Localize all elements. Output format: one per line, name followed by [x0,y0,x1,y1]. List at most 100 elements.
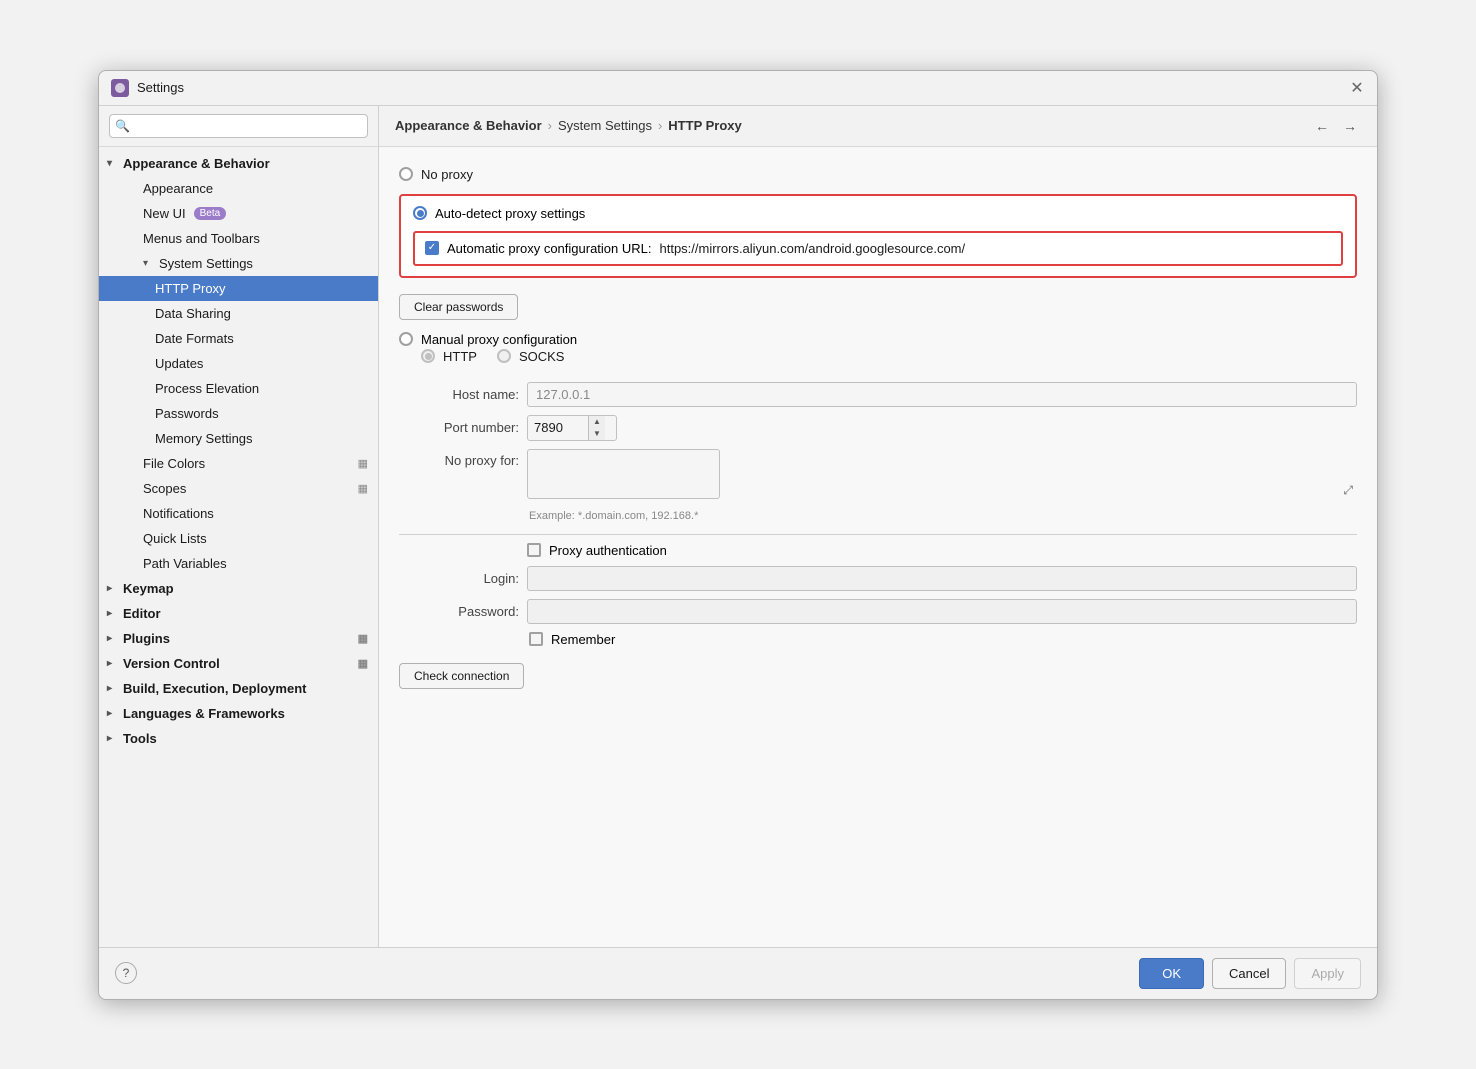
sidebar-group-editor[interactable]: ▸ Editor [99,601,378,626]
sidebar-item-quick-lists[interactable]: Quick Lists [99,526,378,551]
sidebar-item-label: Date Formats [155,331,234,346]
sidebar-item-label: New UI [143,206,186,221]
expand-icon[interactable]: ⤢ [1343,483,1353,498]
port-spinners: ▲ ▼ [588,416,605,440]
sidebar-item-menus-toolbars[interactable]: Menus and Toolbars [99,226,378,251]
password-input[interactable] [527,599,1357,624]
socks-radio[interactable] [497,349,511,363]
nav-back-button[interactable]: ← [1311,116,1333,136]
nav-forward-button[interactable]: → [1339,116,1361,136]
sidebar-item-notifications[interactable]: Notifications [99,501,378,526]
chevron-right-icon: ▸ [107,683,119,694]
auto-detect-inner: Automatic proxy configuration URL: [413,231,1343,266]
chevron-down-icon: ▾ [143,258,155,269]
sidebar-item-label: HTTP Proxy [155,281,226,296]
proxy-url-input[interactable] [659,241,1331,256]
sidebar-item-process-elevation[interactable]: Process Elevation [99,376,378,401]
sidebar-item-http-proxy[interactable]: HTTP Proxy [99,276,378,301]
sidebar-item-data-sharing[interactable]: Data Sharing [99,301,378,326]
login-input[interactable] [527,566,1357,591]
sidebar-item-updates[interactable]: Updates [99,351,378,376]
chevron-right-icon: ▸ [107,733,119,744]
sidebar-item-file-colors[interactable]: File Colors ▦ [99,451,378,476]
sidebar-item-path-variables[interactable]: Path Variables [99,551,378,576]
example-text: Example: *.domain.com, 192.168.* [529,510,1357,522]
sidebar-item-label: Updates [155,356,203,371]
sidebar: 🔍 ▾ Appearance & Behavior Appearance New… [99,106,379,947]
port-decrement-button[interactable]: ▼ [589,428,605,440]
sidebar-item-passwords[interactable]: Passwords [99,401,378,426]
remember-checkbox[interactable] [529,632,543,646]
sidebar-group-tools[interactable]: ▸ Tools [99,726,378,751]
auto-config-checkbox[interactable] [425,241,439,255]
sidebar-item-system-settings[interactable]: ▾ System Settings [99,251,378,276]
settings-dialog: Settings ✕ 🔍 ▾ Appearance & Behavior App… [98,70,1378,1000]
sidebar-item-label: Path Variables [143,556,227,571]
port-increment-button[interactable]: ▲ [589,416,605,428]
cancel-button[interactable]: Cancel [1212,958,1286,989]
auto-detect-radio[interactable] [413,206,427,220]
no-proxy-text: No proxy [421,167,473,182]
search-input[interactable] [109,114,368,138]
sidebar-group-build[interactable]: ▸ Build, Execution, Deployment [99,676,378,701]
http-label: HTTP [443,349,477,364]
no-proxy-radio[interactable] [399,167,413,181]
clear-passwords-button[interactable]: Clear passwords [399,294,518,320]
sidebar-item-label: Appearance [143,181,213,196]
password-label: Password: [399,604,519,619]
proxy-auth-row: Proxy authentication [399,543,1357,558]
plugins-icon: ▦ [358,632,368,645]
port-row: Port number: ▲ ▼ [399,415,1357,441]
no-proxy-textarea[interactable] [527,449,720,499]
close-button[interactable]: ✕ [1349,80,1365,96]
http-radio[interactable] [421,349,435,363]
no-proxy-label[interactable]: No proxy [399,167,1357,182]
breadcrumb-part3: HTTP Proxy [668,118,741,133]
no-proxy-for-label: No proxy for: [399,453,519,468]
chevron-right-icon: ▸ [107,658,119,669]
sidebar-group-label: Editor [123,606,161,621]
auto-detect-section: Auto-detect proxy settings Automatic pro… [399,194,1357,278]
check-connection-button[interactable]: Check connection [399,663,524,689]
sidebar-item-date-formats[interactable]: Date Formats [99,326,378,351]
socks-option[interactable]: SOCKS [497,349,565,364]
sidebar-group-plugins[interactable]: ▸ Plugins ▦ [99,626,378,651]
sidebar-group-languages[interactable]: ▸ Languages & Frameworks [99,701,378,726]
sidebar-item-label: Menus and Toolbars [143,231,260,246]
proxy-auth-checkbox[interactable] [527,543,541,557]
manual-proxy-radio[interactable] [399,332,413,346]
sidebar-group-label: Languages & Frameworks [123,706,285,721]
sidebar-item-label: File Colors [143,456,205,471]
no-proxy-group: No proxy [399,167,1357,182]
socks-label: SOCKS [519,349,565,364]
sidebar-group-version-control[interactable]: ▸ Version Control ▦ [99,651,378,676]
manual-label: Manual proxy configuration [421,332,577,347]
port-input[interactable] [528,416,588,439]
title-bar: Settings ✕ [99,71,1377,106]
auto-config-label: Automatic proxy configuration URL: [447,241,651,256]
sidebar-item-label: Process Elevation [155,381,259,396]
breadcrumb: Appearance & Behavior › System Settings … [379,106,1377,147]
chevron-right-icon: ▸ [107,708,119,719]
breadcrumb-sep1: › [548,118,552,133]
manual-row: Manual proxy configuration [399,332,1357,347]
sidebar-group-keymap[interactable]: ▸ Keymap [99,576,378,601]
scopes-icon: ▦ [358,482,368,495]
sidebar-item-label: System Settings [159,256,253,271]
http-radio-dot [425,353,432,360]
host-input[interactable] [527,382,1357,407]
apply-button[interactable]: Apply [1294,958,1361,989]
proxy-auth-section: Proxy authentication Login: Password: [399,543,1357,647]
breadcrumb-sep2: › [658,118,662,133]
manual-section: Manual proxy configuration HTTP SOCKS [399,332,1357,647]
sidebar-item-scopes[interactable]: Scopes ▦ [99,476,378,501]
sidebar-item-memory-settings[interactable]: Memory Settings [99,426,378,451]
sidebar-item-appearance[interactable]: Appearance [99,176,378,201]
http-option[interactable]: HTTP [421,349,477,364]
chevron-right-icon: ▸ [107,608,119,619]
sidebar-item-new-ui[interactable]: New UI Beta [99,201,378,226]
ok-button[interactable]: OK [1139,958,1204,989]
auto-detect-label: Auto-detect proxy settings [435,206,585,221]
help-button[interactable]: ? [115,962,137,984]
sidebar-group-appearance-behavior[interactable]: ▾ Appearance & Behavior [99,151,378,176]
